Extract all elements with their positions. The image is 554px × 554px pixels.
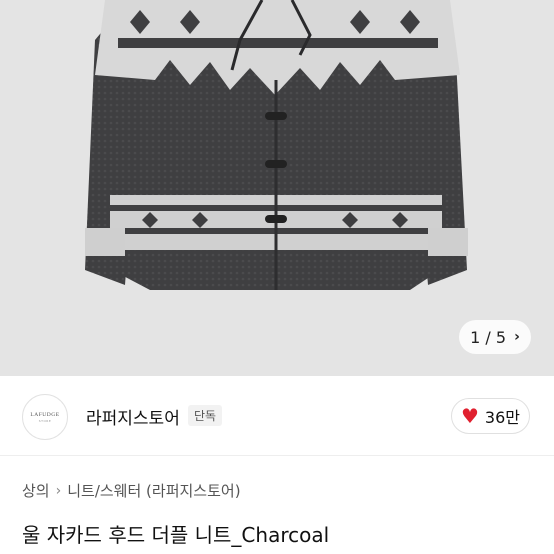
breadcrumb-subcategory[interactable]: 니트/스웨터 (라퍼지스토어) (67, 480, 240, 501)
chevron-right-icon[interactable]: › (514, 329, 520, 345)
exclusive-badge: 단독 (188, 405, 223, 426)
breadcrumb-category[interactable]: 상의 (22, 480, 50, 501)
seller-name[interactable]: 라퍼지스토어 (86, 404, 180, 429)
logo-subtext: STORE (38, 418, 52, 423)
seller-logo[interactable]: LAFUDGE STORE (22, 394, 68, 440)
breadcrumb: 상의 › 니트/스웨터 (라퍼지스토어) (22, 480, 241, 501)
logo-text: LAFUDGE (30, 411, 60, 418)
like-button[interactable]: ♥ 36만 (451, 398, 530, 434)
chevron-right-icon: › (55, 482, 62, 499)
product-image[interactable]: 1 / 5 › (0, 0, 554, 376)
product-title: 울 자카드 후드 더플 니트_Charcoal (22, 523, 330, 547)
image-counter[interactable]: 1 / 5 › (459, 320, 531, 354)
heart-icon: ♥ (460, 404, 479, 428)
like-count: 36만 (484, 408, 521, 427)
image-counter-text: 1 / 5 (470, 327, 507, 347)
